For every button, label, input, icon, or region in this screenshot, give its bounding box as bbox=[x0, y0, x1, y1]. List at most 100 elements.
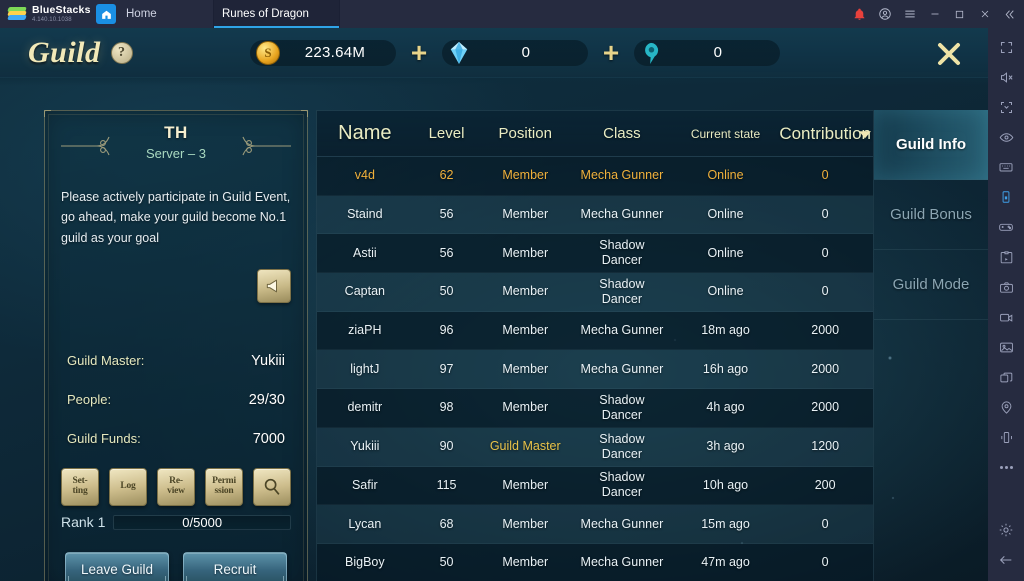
sort-descending-icon bbox=[858, 130, 871, 138]
recruit-button[interactable]: Recruit bbox=[183, 552, 287, 581]
multi-instance-icon[interactable] bbox=[988, 362, 1024, 392]
gold-value: 223.64M bbox=[304, 44, 366, 61]
tab-guild-mode[interactable]: Guild Mode bbox=[874, 250, 988, 320]
member-level: 56 bbox=[439, 207, 454, 222]
column-header-contribution[interactable]: Contribution bbox=[777, 124, 873, 144]
table-header-row: Name Level Position Class Current state … bbox=[317, 111, 873, 157]
table-row[interactable]: Astii 56 Member Shadow Dancer Online 0 bbox=[317, 234, 873, 274]
edit-notice-button[interactable] bbox=[257, 269, 291, 303]
member-position: Member bbox=[502, 284, 549, 299]
guild-exp-value: 0/5000 bbox=[182, 514, 223, 530]
more-options-icon[interactable] bbox=[988, 452, 1024, 482]
table-row[interactable]: v4d 62 Member Mecha Gunner Online 0 bbox=[317, 157, 873, 196]
fit-screen-icon[interactable] bbox=[988, 92, 1024, 122]
tab-home[interactable]: Home bbox=[88, 0, 214, 28]
table-row[interactable]: demitr 98 Member Shadow Dancer 4h ago 2000 bbox=[317, 389, 873, 428]
add-gold-button[interactable]: + bbox=[402, 38, 436, 67]
member-position: Member bbox=[502, 361, 549, 376]
gold-coin-icon: S bbox=[256, 40, 280, 65]
record-video-icon[interactable] bbox=[988, 302, 1024, 332]
account-icon[interactable] bbox=[872, 0, 897, 28]
setting-button[interactable]: Set- ting bbox=[61, 468, 99, 506]
column-header-class[interactable]: Class bbox=[570, 125, 674, 142]
member-level: 62 bbox=[439, 168, 454, 183]
back-arrow-icon[interactable] bbox=[988, 545, 1024, 575]
stat-label: People: bbox=[67, 392, 112, 407]
member-class: Shadow Dancer bbox=[599, 470, 645, 500]
settings-gear-icon[interactable] bbox=[988, 515, 1024, 545]
maximize-icon[interactable] bbox=[947, 0, 972, 28]
table-row[interactable]: lightJ 97 Member Mecha Gunner 16h ago 2000 bbox=[317, 350, 873, 390]
review-button[interactable]: Re- view bbox=[157, 468, 195, 506]
member-state: Online bbox=[707, 245, 744, 260]
member-position: Member bbox=[502, 323, 549, 338]
table-row[interactable]: ziaPH 96 Member Mecha Gunner 18m ago 2000 bbox=[317, 311, 873, 351]
titlebar-spacer bbox=[340, 0, 847, 28]
diamond-icon bbox=[450, 41, 468, 64]
add-diamond-button[interactable]: + bbox=[594, 38, 628, 67]
table-row[interactable]: Staind 56 Member Mecha Gunner Online 0 bbox=[317, 195, 873, 235]
screenshot-camera-icon[interactable] bbox=[988, 272, 1024, 302]
member-contribution: 0 bbox=[821, 284, 829, 299]
help-icon[interactable]: ? bbox=[110, 41, 133, 64]
panel-corner bbox=[301, 110, 308, 117]
notifications-bell-icon[interactable] bbox=[847, 0, 872, 28]
column-header-name[interactable]: Name bbox=[317, 122, 413, 145]
megaphone-icon bbox=[266, 279, 277, 293]
member-class: Shadow Dancer bbox=[599, 431, 645, 461]
leave-guild-button[interactable]: Leave Guild bbox=[65, 552, 169, 581]
ornament-left-icon bbox=[61, 136, 110, 156]
tab-guild-bonus[interactable]: Guild Bonus bbox=[874, 180, 988, 250]
search-button[interactable] bbox=[253, 468, 291, 506]
panel-corner bbox=[44, 110, 51, 117]
install-apk-icon[interactable] bbox=[988, 242, 1024, 272]
log-line1: Log bbox=[120, 481, 136, 492]
table-row[interactable]: Lycan 68 Member Mecha Gunner 15m ago 0 bbox=[317, 505, 873, 544]
table-row[interactable]: BigBoy 50 Member Mecha Gunner 47m ago 0 bbox=[317, 543, 873, 581]
setting-line2: ting bbox=[72, 486, 88, 496]
page-title: Guild bbox=[28, 35, 101, 69]
member-level: 96 bbox=[439, 323, 454, 338]
column-header-current-state[interactable]: Current state bbox=[674, 127, 778, 141]
minimize-icon[interactable] bbox=[922, 0, 947, 28]
tab-guild-info[interactable]: Guild Info bbox=[874, 110, 988, 180]
stat-guild-funds: Guild Funds: 7000 bbox=[67, 419, 285, 458]
permission-button[interactable]: Permi ssion bbox=[205, 468, 243, 506]
gamepad-icon[interactable] bbox=[988, 212, 1024, 242]
stat-value: 7000 bbox=[252, 430, 285, 447]
log-button[interactable]: Log bbox=[109, 468, 147, 506]
stat-label: Guild Master: bbox=[67, 353, 145, 368]
member-name: Captan bbox=[344, 284, 385, 299]
collapse-chevrons-icon[interactable] bbox=[997, 0, 1022, 28]
tab-runes-of-dragon[interactable]: Runes of Dragon bbox=[214, 0, 340, 48]
fullscreen-icon[interactable] bbox=[988, 32, 1024, 62]
close-panel-button[interactable] bbox=[932, 38, 966, 70]
guild-info-panel: TH Server – 3 Please actively participat… bbox=[44, 110, 308, 581]
member-class: Shadow Dancer bbox=[599, 276, 645, 306]
keyboard-controls-icon[interactable] bbox=[988, 152, 1024, 182]
table-body[interactable]: v4d 62 Member Mecha Gunner Online 0 Staind 56 Me… bbox=[317, 157, 873, 581]
member-class: Mecha Gunner bbox=[580, 555, 664, 570]
table-row[interactable]: Yukiii 90 Guild Master Shadow Dancer 3h ago 12… bbox=[317, 427, 873, 467]
member-level: 50 bbox=[439, 555, 454, 570]
member-state: 47m ago bbox=[701, 555, 750, 570]
bluestacks-window: BlueStacks 4.140.10.1038 Home Runes of D… bbox=[0, 0, 1024, 581]
member-name: Staind bbox=[347, 207, 383, 222]
currency-gold: S 223.64M + bbox=[250, 38, 442, 67]
mute-icon[interactable] bbox=[988, 62, 1024, 92]
device-profile-icon[interactable] bbox=[988, 182, 1024, 212]
member-name: lightJ bbox=[350, 361, 380, 376]
column-header-level[interactable]: Level bbox=[413, 125, 481, 142]
shake-icon[interactable] bbox=[988, 422, 1024, 452]
menu-icon[interactable] bbox=[897, 0, 922, 28]
media-gallery-icon[interactable] bbox=[988, 332, 1024, 362]
column-header-position[interactable]: Position bbox=[480, 125, 570, 142]
member-class: Shadow Dancer bbox=[599, 238, 645, 268]
table-row[interactable]: Captan 50 Member Shadow Dancer Online 0 bbox=[317, 273, 873, 312]
member-name: v4d bbox=[354, 168, 375, 183]
member-level: 56 bbox=[439, 245, 454, 260]
eye-icon[interactable] bbox=[988, 122, 1024, 152]
location-pin-icon[interactable] bbox=[988, 392, 1024, 422]
table-row[interactable]: Safir 115 Member Shadow Dancer 10h ago 200 bbox=[317, 466, 873, 506]
close-icon[interactable] bbox=[972, 0, 997, 28]
